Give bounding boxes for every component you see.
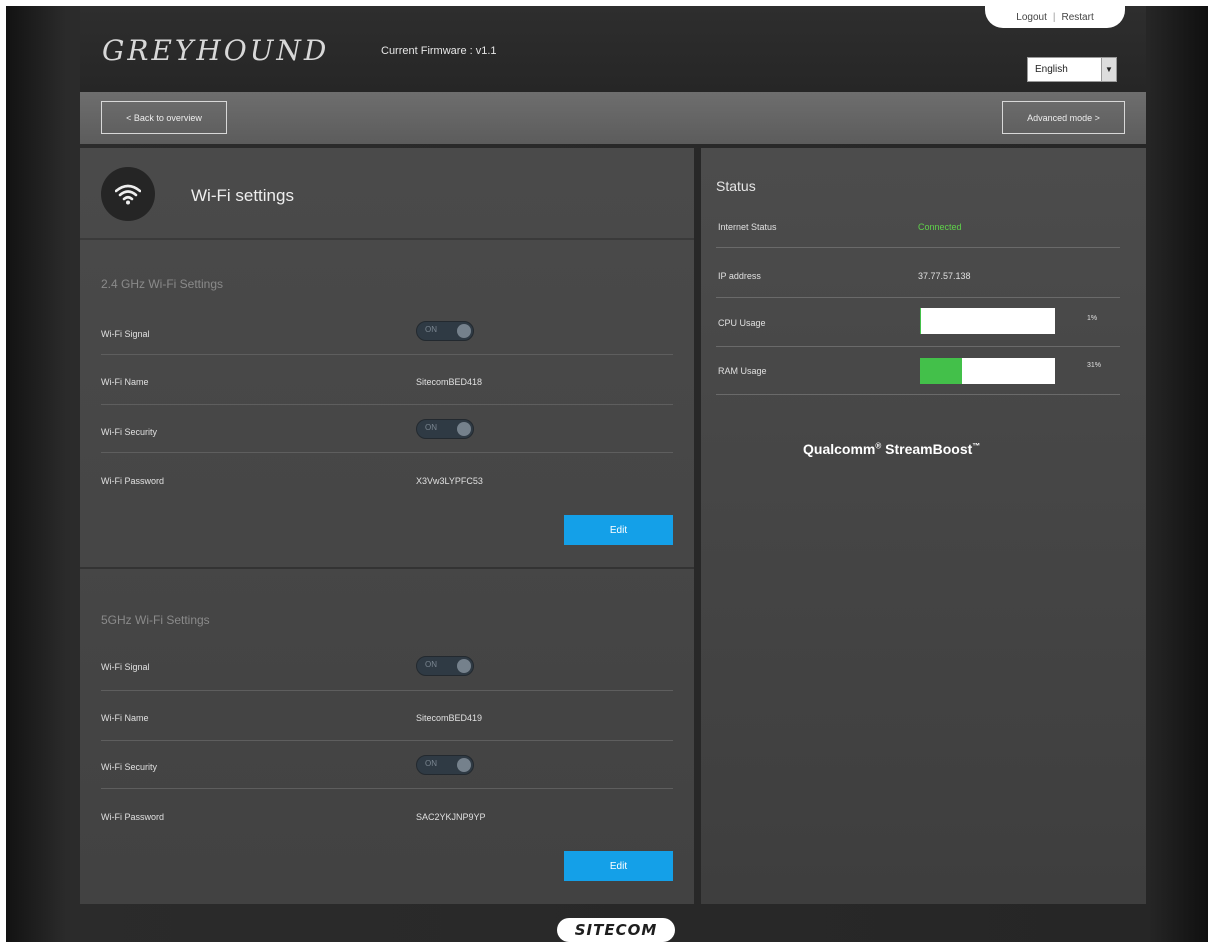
session-links: Logout | Restart	[985, 6, 1125, 28]
logout-link[interactable]: Logout	[1016, 12, 1047, 23]
wifi-security-toggle-24ghz[interactable]: ON	[416, 419, 474, 439]
row-divider	[101, 404, 673, 405]
toggle-state: ON	[425, 423, 437, 432]
toggle-knob	[457, 324, 471, 338]
nav-bar	[80, 92, 1146, 144]
sitecom-logo: SITECOM	[557, 918, 675, 942]
wifi-password-value-24ghz: X3Vw3LYPFC53	[416, 476, 483, 486]
advanced-mode-button[interactable]: Advanced mode >	[1002, 101, 1125, 134]
restart-link[interactable]: Restart	[1061, 12, 1093, 23]
wifi-security-label-5ghz: Wi-Fi Security	[101, 762, 157, 772]
cpu-usage-label: CPU Usage	[718, 318, 766, 328]
edit-button-5ghz[interactable]: Edit	[564, 851, 673, 881]
wifi-settings-header	[80, 148, 694, 240]
row-divider	[101, 690, 673, 691]
wifi-icon	[101, 167, 155, 221]
toggle-state: ON	[425, 759, 437, 768]
wifi-signal-label-24ghz: Wi-Fi Signal	[101, 329, 150, 339]
status-panel	[701, 148, 1146, 904]
edit-button-24ghz[interactable]: Edit	[564, 515, 673, 545]
registered-mark: ®	[875, 441, 882, 451]
cpu-usage-bar	[920, 308, 1055, 334]
wifi-name-value-5ghz: SitecomBED419	[416, 713, 483, 723]
toggle-knob	[457, 758, 471, 772]
ip-address-label: IP address	[718, 271, 761, 281]
row-divider	[716, 297, 1120, 298]
cpu-usage-fill	[920, 308, 922, 334]
language-selected: English	[1035, 64, 1068, 75]
internet-status-value: Connected	[918, 222, 962, 232]
wifi-security-toggle-5ghz[interactable]: ON	[416, 755, 474, 775]
cpu-usage-percent: 1%	[1087, 315, 1098, 322]
brand-logo: GREYHOUND	[102, 34, 330, 67]
wifi-signal-toggle-24ghz[interactable]: ON	[416, 321, 474, 341]
link-separator: |	[1052, 11, 1056, 23]
row-divider	[101, 740, 673, 741]
ram-usage-bar	[920, 358, 1055, 384]
row-divider	[101, 788, 673, 789]
language-select[interactable]: English ▼	[1027, 57, 1117, 82]
qualcomm-label: Qualcomm	[803, 441, 876, 457]
wifi-password-label-24ghz: Wi-Fi Password	[101, 476, 165, 486]
qualcomm-streamboost-logo: Qualcomm® StreamBoost™	[803, 441, 980, 457]
page-title: Wi-Fi settings	[191, 186, 294, 205]
wifi-name-label-24ghz: Wi-Fi Name	[101, 377, 149, 387]
chevron-down-icon[interactable]: ▼	[1101, 58, 1116, 81]
toggle-knob	[457, 659, 471, 673]
back-to-overview-button[interactable]: < Back to overview	[101, 101, 227, 134]
ram-usage-label: RAM Usage	[718, 366, 767, 376]
wifi-name-label-5ghz: Wi-Fi Name	[101, 713, 149, 723]
streamboost-label: StreamBoost	[885, 441, 973, 457]
wifi-password-label-5ghz: Wi-Fi Password	[101, 812, 165, 822]
section-divider	[80, 567, 694, 569]
wifi-signal-label-5ghz: Wi-Fi Signal	[101, 662, 150, 672]
row-divider	[716, 247, 1120, 248]
row-divider	[716, 394, 1120, 395]
wifi-password-value-5ghz: SAC2YKJNP9YP	[416, 812, 486, 822]
section-title-24ghz: 2.4 GHz Wi-Fi Settings	[101, 277, 224, 291]
ip-address-value: 37.77.57.138	[918, 271, 971, 281]
internet-status-label: Internet Status	[718, 222, 777, 232]
trademark-mark: ™	[972, 441, 981, 451]
toggle-state: ON	[425, 660, 437, 669]
row-divider	[101, 452, 673, 453]
firmware-version: Current Firmware : v1.1	[381, 45, 497, 57]
wifi-signal-toggle-5ghz[interactable]: ON	[416, 656, 474, 676]
toggle-state: ON	[425, 325, 437, 334]
wifi-name-value-24ghz: SitecomBED418	[416, 377, 483, 387]
status-title: Status	[716, 178, 756, 194]
wifi-security-label-24ghz: Wi-Fi Security	[101, 427, 157, 437]
row-divider	[716, 346, 1120, 347]
toggle-knob	[457, 422, 471, 436]
row-divider	[101, 354, 673, 355]
section-title-5ghz: 5GHz Wi-Fi Settings	[101, 613, 210, 627]
ram-usage-percent: 31%	[1087, 362, 1102, 369]
ram-usage-fill	[920, 358, 962, 384]
